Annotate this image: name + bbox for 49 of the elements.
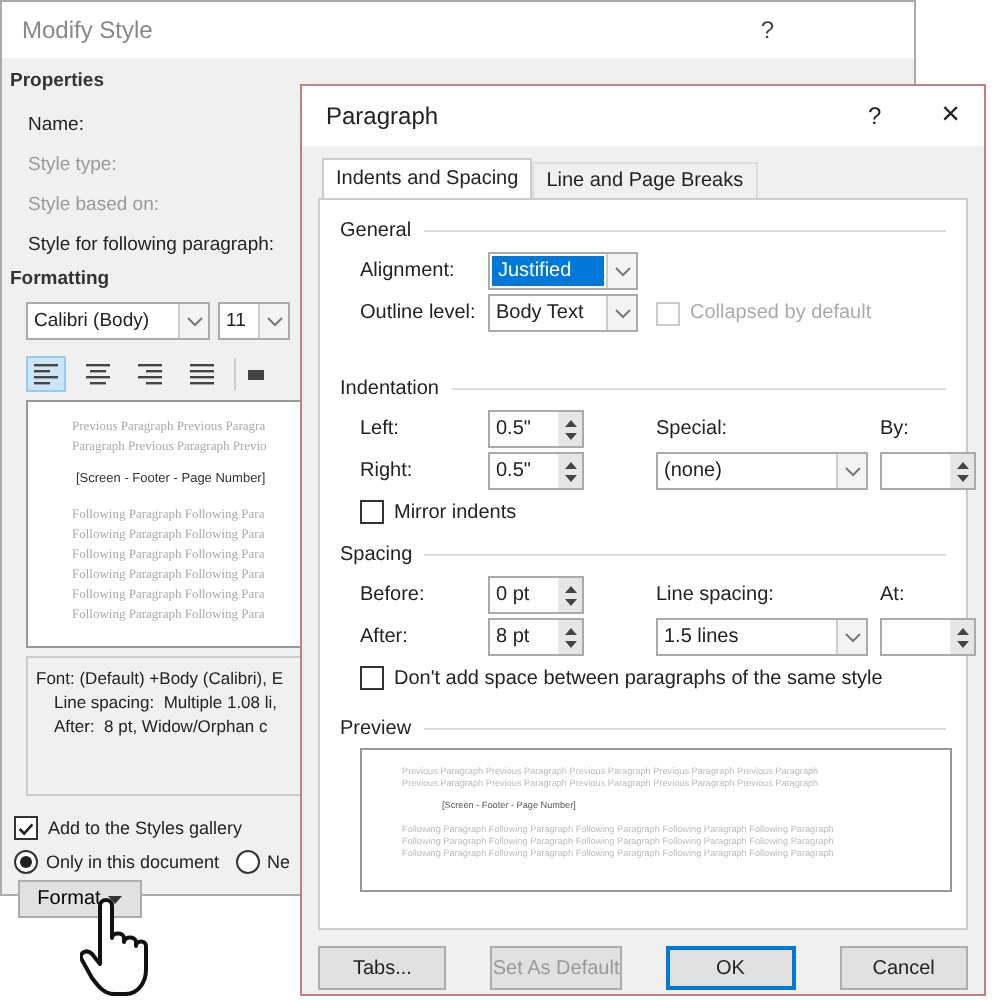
dialog-button[interactable]: Tabs...	[318, 946, 447, 990]
after-spacing-field[interactable]: 8 pt	[488, 618, 584, 656]
section-heading: Properties	[10, 70, 104, 92]
radio-label: Ne	[267, 852, 291, 872]
description-text: Font: (Default) +Body (Calibri), E	[36, 666, 286, 690]
checkbox-label: Add to the Styles gallery	[48, 818, 243, 838]
size-dropdown[interactable]: 11	[218, 302, 290, 340]
checkbox-label: Don't add space between paragraphs of the same style	[394, 667, 883, 689]
checkbox-label: Mirror indents	[394, 501, 517, 523]
special-dropdown[interactable]: (none)	[656, 452, 868, 490]
font-dropdown[interactable]: Calibri (Body)	[26, 302, 210, 340]
line-spacing-dropdown[interactable]: 1.5 lines	[656, 618, 868, 656]
section-heading: Spacing	[340, 544, 946, 566]
field-label: Special:	[656, 418, 730, 440]
right-indent-field[interactable]: 0.5"	[488, 452, 584, 490]
field-label: Right:	[360, 460, 415, 482]
close-button[interactable]: ×	[941, 98, 960, 134]
tab[interactable]: Line and Page Breaks	[532, 162, 758, 198]
section-heading: Preview	[340, 718, 946, 740]
outline-level-dropdown[interactable]: Body Text	[488, 294, 638, 332]
section-heading: Indentation	[340, 378, 946, 400]
left-indent-field[interactable]: 0.5"	[488, 410, 584, 448]
field-label: Name:	[28, 111, 84, 139]
dialog-title: Modify Style	[22, 16, 153, 44]
tab[interactable]: Indents and Spacing	[322, 158, 533, 198]
alignment-dropdown[interactable]: Justified	[488, 252, 638, 290]
field-label: At:	[880, 584, 907, 606]
radio-label: Only in this document	[46, 852, 220, 872]
section-heading: Formatting	[10, 268, 110, 290]
field-label: After:	[360, 626, 410, 648]
field-label: Style based on:	[28, 191, 159, 219]
before-spacing-field[interactable]: 0 pt	[488, 576, 584, 614]
dialog-button[interactable]: OK	[665, 946, 796, 990]
dialog-title: Paragraph	[326, 102, 441, 130]
description-text: Line spacing: Multiple 1.08 li,	[54, 690, 280, 714]
field-label: Before:	[360, 584, 427, 606]
section-heading: General	[340, 220, 946, 242]
help-button[interactable]: ?	[867, 102, 882, 130]
field-label: Outline level:	[360, 302, 478, 324]
field-label: Alignment:	[360, 260, 457, 282]
field-label: Left:	[360, 418, 401, 440]
checkbox-label: Collapsed by default	[690, 302, 872, 324]
format-button[interactable]: Format	[18, 880, 142, 918]
field-label: Line spacing:	[656, 584, 776, 606]
dialog-button[interactable]: Cancel	[839, 946, 968, 990]
help-button[interactable]: ?	[760, 16, 774, 44]
field-label: By:	[880, 418, 911, 440]
field-label: Style type:	[28, 151, 117, 179]
field-label: Style for following paragraph:	[28, 231, 275, 259]
